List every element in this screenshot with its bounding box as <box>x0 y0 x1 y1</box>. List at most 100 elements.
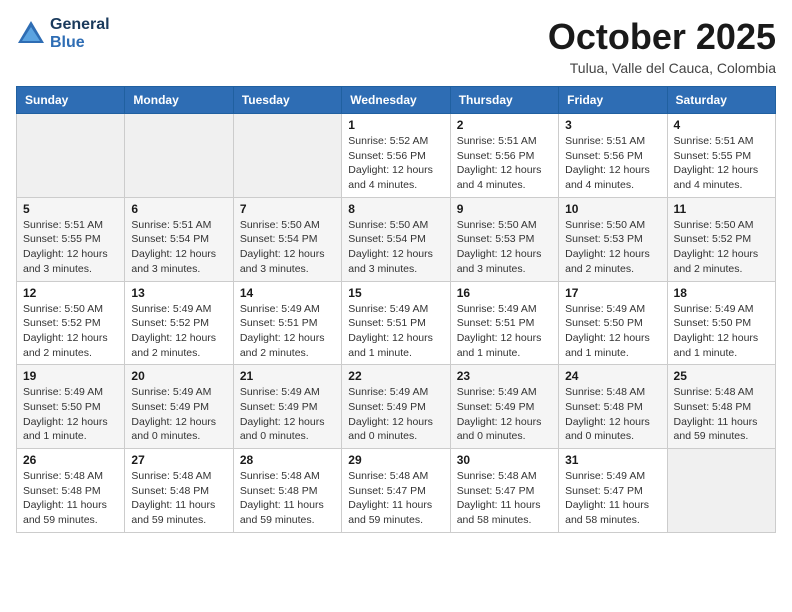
calendar-cell: 8 Sunrise: 5:50 AM Sunset: 5:54 PM Daylight… <box>342 197 450 281</box>
calendar-body: 1 Sunrise: 5:52 AMSunset: 5:56 PMDaylight… <box>17 114 776 533</box>
day-number: 30 <box>457 453 552 467</box>
day-info-line: Sunrise: 5:48 AM <box>457 470 537 482</box>
day-info-line: Sunset: 5:49 PM <box>457 401 535 413</box>
day-info: Sunrise: 5:51 AMSunset: 5:55 PMDaylight:… <box>674 134 769 193</box>
day-info-line: Daylight: 12 hours and 4 minutes. <box>348 164 433 191</box>
day-number: 1 <box>348 118 443 132</box>
calendar-cell: 29Sunrise: 5:48 AMSunset: 5:47 PMDayligh… <box>342 449 450 533</box>
day-info: Sunrise: 5:48 AMSunset: 5:48 PMDaylight:… <box>240 469 335 528</box>
header-row: SundayMondayTuesdayWednesdayThursdayFrid… <box>17 87 776 114</box>
day-info-line: Daylight: 12 hours and 3 minutes. <box>457 248 542 275</box>
day-info-line: Sunset: 5:48 PM <box>240 485 318 497</box>
day-info-line: Daylight: 12 hours and 4 minutes. <box>565 164 650 191</box>
calendar-cell <box>125 114 233 198</box>
day-info-line: Sunrise: 5:51 AM <box>674 135 754 147</box>
day-info-line: Daylight: 11 hours and 59 minutes. <box>674 416 758 443</box>
day-info: Sunrise: 5:52 AMSunset: 5:56 PMDaylight:… <box>348 134 443 193</box>
day-info-line: Daylight: 12 hours and 1 minute. <box>565 332 650 359</box>
week-row-4: 19Sunrise: 5:49 AMSunset: 5:50 PMDayligh… <box>17 365 776 449</box>
calendar-cell: 18Sunrise: 5:49 AMSunset: 5:50 PMDayligh… <box>667 281 775 365</box>
day-number: 11 <box>674 202 769 216</box>
day-number: 8 <box>348 202 443 216</box>
day-info: Sunrise: 5:50 AMSunset: 5:54 PMDaylight:… <box>240 218 335 277</box>
day-number: 24 <box>565 369 660 383</box>
day-info: Sunrise: 5:49 AMSunset: 5:51 PMDaylight:… <box>457 302 552 361</box>
day-number: 2 <box>457 118 552 132</box>
day-info-line: Sunset: 5:54 PM <box>131 233 209 245</box>
day-info-line: Sunset: 5:51 PM <box>348 317 426 329</box>
day-info: Sunrise: 5:49 AMSunset: 5:50 PMDaylight:… <box>565 302 660 361</box>
day-info-line: Sunrise: 5:51 AM <box>131 219 211 231</box>
calendar-cell <box>233 114 341 198</box>
day-info-line: Sunset: 5:55 PM <box>674 150 752 162</box>
day-number: 21 <box>240 369 335 383</box>
calendar-cell: 5Sunrise: 5:51 AMSunset: 5:55 PMDaylight… <box>17 197 125 281</box>
day-info-line: Sunset: 5:50 PM <box>674 317 752 329</box>
logo-text-line1: General <box>50 16 110 34</box>
day-info-line: Daylight: 12 hours and 2 minutes. <box>674 248 759 275</box>
header-cell-wednesday: Wednesday <box>342 87 450 114</box>
header-cell-thursday: Thursday <box>450 87 558 114</box>
day-info-line: Daylight: 11 hours and 59 minutes. <box>348 499 432 526</box>
calendar-cell: 26Sunrise: 5:48 AMSunset: 5:48 PMDayligh… <box>17 449 125 533</box>
calendar-cell: 23Sunrise: 5:49 AMSunset: 5:49 PMDayligh… <box>450 365 558 449</box>
day-info-line: Sunset: 5:48 PM <box>23 485 101 497</box>
day-number: 3 <box>565 118 660 132</box>
day-info-line: Sunset: 5:48 PM <box>565 401 643 413</box>
day-number: 9 <box>457 202 552 216</box>
calendar-cell: 19Sunrise: 5:49 AMSunset: 5:50 PMDayligh… <box>17 365 125 449</box>
day-number: 10 <box>565 202 660 216</box>
day-info: Sunrise: 5:48 AMSunset: 5:48 PMDaylight:… <box>23 469 118 528</box>
day-info-line: Daylight: 12 hours and 3 minutes. <box>348 248 433 275</box>
day-info-line: Sunrise: 5:49 AM <box>348 386 428 398</box>
day-info-line: Daylight: 12 hours and 3 minutes. <box>131 248 216 275</box>
calendar-cell: 16Sunrise: 5:49 AMSunset: 5:51 PMDayligh… <box>450 281 558 365</box>
day-number: 23 <box>457 369 552 383</box>
day-info-line: Sunrise: 5:49 AM <box>674 303 754 315</box>
day-info-line: Sunset: 5:56 PM <box>348 150 426 162</box>
day-number: 12 <box>23 286 118 300</box>
day-number: 4 <box>674 118 769 132</box>
day-info: Sunrise: 5:49 AMSunset: 5:50 PMDaylight:… <box>674 302 769 361</box>
calendar-cell: 7Sunrise: 5:50 AMSunset: 5:54 PMDaylight… <box>233 197 341 281</box>
day-number: 15 <box>348 286 443 300</box>
day-info-line: Daylight: 12 hours and 0 minutes. <box>131 416 216 443</box>
day-info-line: Sunset: 5:54 PM <box>348 233 426 245</box>
day-info-line: Daylight: 12 hours and 1 minute. <box>23 416 108 443</box>
day-info-line: Sunrise: 5:48 AM <box>565 386 645 398</box>
day-info-line: Sunrise: 5:48 AM <box>131 470 211 482</box>
calendar-cell: 11Sunrise: 5:50 AMSunset: 5:52 PMDayligh… <box>667 197 775 281</box>
header-cell-sunday: Sunday <box>17 87 125 114</box>
day-info-line: Daylight: 12 hours and 2 minutes. <box>565 248 650 275</box>
day-number: 26 <box>23 453 118 467</box>
day-info-line: Sunset: 5:47 PM <box>565 485 643 497</box>
day-info-line: Sunrise: 5:50 AM <box>23 303 103 315</box>
day-info-line: Sunrise: 5:49 AM <box>565 303 645 315</box>
calendar-cell: 13Sunrise: 5:49 AMSunset: 5:52 PMDayligh… <box>125 281 233 365</box>
day-info-line: Sunset: 5:56 PM <box>457 150 535 162</box>
day-number: 25 <box>674 369 769 383</box>
day-info-line: Sunset: 5:55 PM <box>23 233 101 245</box>
day-info-line: Sunset: 5:51 PM <box>240 317 318 329</box>
day-info-line: Sunrise: 5:49 AM <box>457 386 537 398</box>
calendar-cell <box>667 449 775 533</box>
day-info-line: Sunrise: 5:49 AM <box>348 303 428 315</box>
calendar-cell: 12 Sunrise: 5:50 AMSunset: 5:52 PMDayligh… <box>17 281 125 365</box>
calendar-cell: 17Sunrise: 5:49 AMSunset: 5:50 PMDayligh… <box>559 281 667 365</box>
day-info-line: Sunset: 5:50 PM <box>23 401 101 413</box>
day-info: Sunrise: 5:49 AMSunset: 5:51 PMDaylight:… <box>240 302 335 361</box>
day-info-line: Sunrise: 5:50 AM <box>348 219 428 231</box>
day-info-line: Sunrise: 5:48 AM <box>23 470 103 482</box>
day-info-line: Daylight: 11 hours and 59 minutes. <box>240 499 324 526</box>
day-info-line: Daylight: 11 hours and 58 minutes. <box>457 499 541 526</box>
day-info-line: Daylight: 11 hours and 58 minutes. <box>565 499 649 526</box>
day-info: Sunrise: 5:48 AMSunset: 5:47 PMDaylight:… <box>348 469 443 528</box>
day-info: Sunrise: 5:50 AM Sunset: 5:54 PM Daylight:… <box>348 218 443 277</box>
day-info: Sunrise: 5:50 AMSunset: 5:52 PMDaylight:… <box>23 302 118 361</box>
day-info: Sunrise: 5:51 AMSunset: 5:56 PMDaylight:… <box>457 134 552 193</box>
day-info-line: Sunrise: 5:48 AM <box>348 470 428 482</box>
day-info: Sunrise: 5:49 AMSunset: 5:49 PMDaylight:… <box>348 385 443 444</box>
day-info-line: Sunrise: 5:49 AM <box>240 386 320 398</box>
day-info-line: Sunrise: 5:50 AM <box>565 219 645 231</box>
day-number: 14 <box>240 286 335 300</box>
